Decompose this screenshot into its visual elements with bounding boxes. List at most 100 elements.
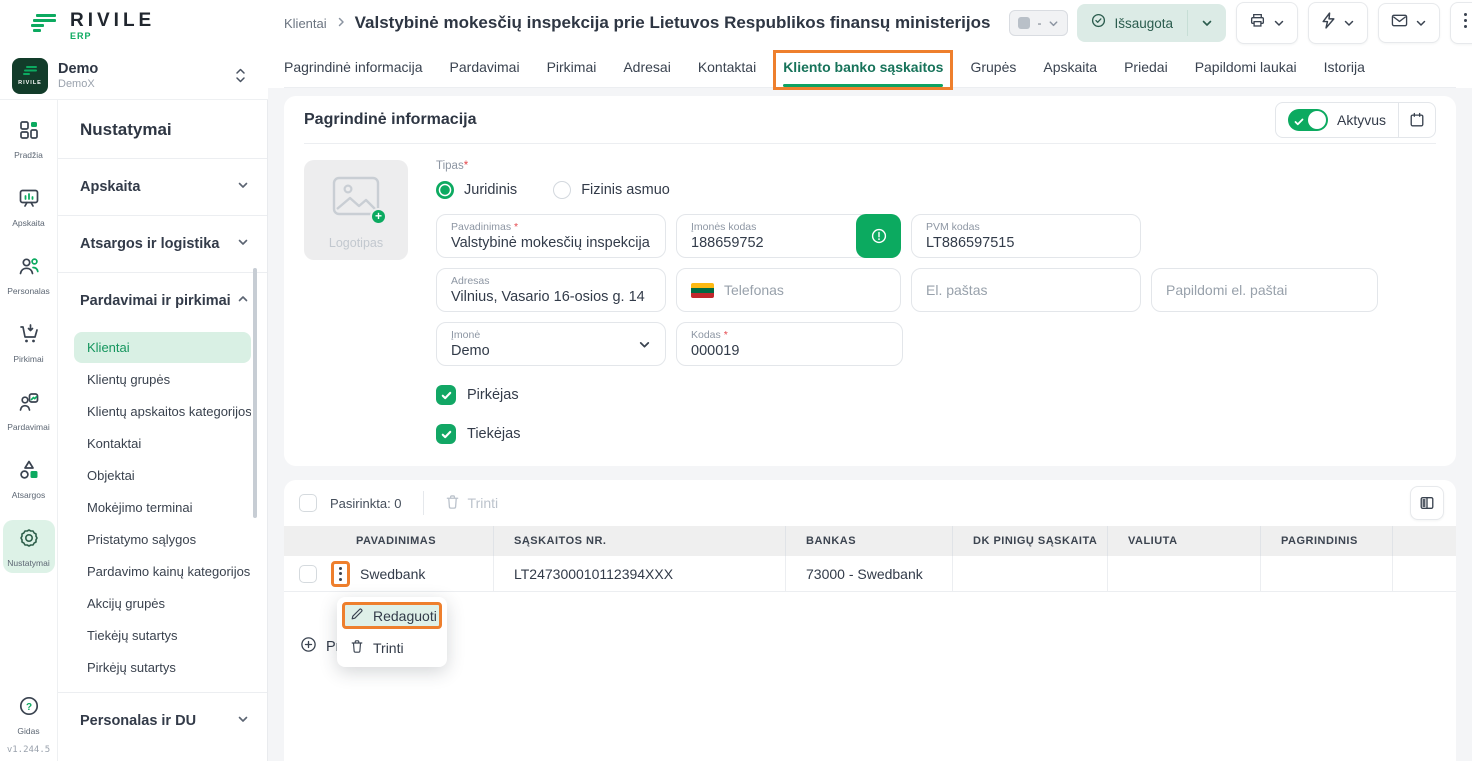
delete-selected-button[interactable]: Trinti: [445, 494, 499, 513]
saved-button[interactable]: Išsaugota: [1077, 4, 1226, 42]
rail-item-nustatymai[interactable]: Nustatymai: [3, 520, 55, 573]
tab-pardavimai[interactable]: Pardavimai: [450, 46, 520, 87]
rail-item-pirkimai[interactable]: Pirkimai: [3, 316, 55, 369]
workspace-switch-icon[interactable]: [235, 68, 254, 83]
rail-item-pardavimai[interactable]: Pardavimai: [3, 384, 55, 437]
more-button[interactable]: [1450, 2, 1472, 44]
tab-istorija[interactable]: Istorija: [1324, 46, 1365, 87]
column-header[interactable]: PAVADINIMAS: [284, 526, 494, 556]
sidebar-title: Nustatymai: [58, 100, 267, 158]
tab-apskaita[interactable]: Apskaita: [1043, 46, 1097, 87]
tab-papildomi-laukai[interactable]: Papildomi laukai: [1195, 46, 1297, 87]
sidebar-item-kontaktai[interactable]: Kontaktai: [74, 428, 251, 459]
papildomi-el-pastai-field[interactable]: Papildomi el. paštai: [1151, 268, 1378, 312]
lithuania-flag-icon[interactable]: [691, 283, 714, 298]
toggle-on-icon[interactable]: [1288, 109, 1328, 131]
content-area: Pagrindinė informacija Aktyvus: [268, 88, 1472, 761]
table-row[interactable]: Swedbank LT247300010112394XXX 73000 - Sw…: [284, 556, 1456, 592]
sidebar-item-klientu-apskaitos-kategorijos[interactable]: Klientų apskaitos kategorijos: [74, 396, 251, 427]
sidebar-item-pardavimo-kainu-kategorijos[interactable]: Pardavimo kainų kategorijos: [74, 556, 251, 587]
sidebar-section-personalas-du[interactable]: Personalas ir DU: [58, 693, 267, 749]
type-label: Tipas*: [436, 160, 1436, 172]
sidebar-item-mokejimo-terminai[interactable]: Mokėjimo terminai: [74, 492, 251, 523]
radio-juridinis[interactable]: Juridinis: [436, 181, 517, 199]
sidebar-item-pirkeju-sutartys[interactable]: Pirkėjų sutartys: [74, 652, 251, 683]
tab-pagrindine-informacija[interactable]: Pagrindinė informacija: [284, 46, 423, 87]
rail-item-atsargos[interactable]: Atsargos: [3, 452, 55, 505]
app-root: RIVILE ERP RIVILE Demo DemoX: [0, 0, 1472, 761]
email-button[interactable]: [1378, 3, 1440, 43]
sidebar-item-tiekeju-sutartys[interactable]: Tiekėjų sutartys: [74, 620, 251, 651]
status-select[interactable]: -: [1009, 10, 1068, 36]
sidebar-item-objektai[interactable]: Objektai: [74, 460, 251, 491]
rail-item-gidas[interactable]: ? Gidas: [3, 688, 55, 741]
imones-kodas-field[interactable]: Įmonės kodas 188659752: [676, 214, 901, 258]
sidebar-item-klientu-grupes[interactable]: Klientų grupės: [74, 364, 251, 395]
cell-dk-pinigu-saskaita: [953, 556, 1108, 591]
telefonas-field[interactable]: Telefonas: [676, 268, 901, 312]
column-header[interactable]: BANKAS: [786, 526, 953, 556]
column-settings-button[interactable]: [1410, 486, 1444, 520]
breadcrumb-parent[interactable]: Klientai: [284, 16, 327, 31]
rail-item-personalas[interactable]: Personalas: [3, 248, 55, 301]
print-button[interactable]: [1236, 2, 1298, 44]
el-pastas-field[interactable]: El. paštas: [911, 268, 1141, 312]
tab-adresai[interactable]: Adresai: [623, 46, 670, 87]
row-checkbox[interactable]: [299, 565, 317, 583]
sidebar-section-apskaita[interactable]: Apskaita: [58, 159, 267, 215]
tab-kontaktai[interactable]: Kontaktai: [698, 46, 756, 87]
column-header[interactable]: PAGRINDINIS: [1261, 526, 1393, 556]
column-header[interactable]: DK PINIGŲ SĄSKAITA: [953, 526, 1108, 556]
tab-kliento-banko-saskaitos[interactable]: Kliento banko sąskaitos: [783, 46, 943, 87]
tab-grupes[interactable]: Grupės: [970, 46, 1016, 87]
sidebar-item-pristatymo-salygos[interactable]: Pristatymo sąlygos: [74, 524, 251, 555]
automation-button[interactable]: [1308, 2, 1368, 44]
people-icon: [17, 254, 41, 283]
pencil-icon: [350, 607, 364, 624]
chevron-up-icon: [237, 292, 249, 310]
select-all-checkbox[interactable]: [299, 494, 317, 512]
column-header[interactable]: SĄSKAITOS NR.: [494, 526, 786, 556]
sidebar-item-akciju-grupes[interactable]: Akcijų grupės: [74, 588, 251, 619]
workspace-selector[interactable]: RIVILE Demo DemoX: [0, 52, 268, 100]
trash-icon: [350, 639, 364, 657]
sidebar-scrollbar[interactable]: [253, 268, 257, 518]
adresas-field[interactable]: Adresas Vilnius, Vasario 16-osios g. 14: [436, 268, 666, 312]
brand: RIVILE ERP: [0, 0, 268, 52]
tiekejas-checkbox[interactable]: Tiekėjas: [436, 424, 1436, 444]
context-menu-edit[interactable]: Redaguoti: [342, 602, 442, 629]
row-kebab-icon[interactable]: [331, 561, 350, 587]
pirkejas-checkbox[interactable]: Pirkėjas: [436, 385, 1436, 405]
calendar-button[interactable]: [1398, 103, 1435, 137]
add-logo-icon: +: [370, 208, 387, 225]
context-menu-delete[interactable]: Trinti: [342, 634, 442, 662]
pavadinimas-field[interactable]: Pavadinimas * Valstybinė mokesčių inspek…: [436, 214, 666, 258]
rail-item-pradzia[interactable]: Pradžia: [3, 112, 55, 165]
logotype-upload[interactable]: + Logotipas: [304, 160, 408, 260]
plus-circle-icon: [300, 636, 317, 657]
kodas-field[interactable]: Kodas * 000019: [676, 322, 903, 366]
kebab-icon: [1463, 12, 1468, 34]
left-column: RIVILE ERP RIVILE Demo DemoX: [0, 0, 268, 761]
page-title: Valstybinė mokesčių inspekcija prie Liet…: [355, 13, 991, 33]
saved-dropdown-icon[interactable]: [1188, 4, 1226, 42]
brand-sub: ERP: [70, 32, 155, 41]
tab-pirkimai[interactable]: Pirkimai: [547, 46, 597, 87]
pvm-kodas-field[interactable]: PVM kodas LT886597515: [911, 214, 1141, 258]
radio-fizinis-asmuo[interactable]: Fizinis asmuo: [553, 181, 670, 199]
sidebar-item-klientai[interactable]: Klientai: [74, 332, 251, 363]
column-header[interactable]: VALIUTA: [1108, 526, 1261, 556]
lightning-icon: [1321, 12, 1336, 34]
imone-select[interactable]: Įmonė Demo: [436, 322, 666, 366]
svg-text:?: ?: [25, 702, 31, 713]
sidebar-section-atsargos-logistika[interactable]: Atsargos ir logistika: [58, 216, 267, 272]
tab-priedai[interactable]: Priedai: [1124, 46, 1168, 87]
company-lookup-button[interactable]: [856, 214, 901, 258]
cell-bankas: 73000 - Swedbank: [786, 556, 953, 591]
brand-text: RIVILE ERP: [70, 11, 155, 41]
sidebar-section-pardavimai-pirkimai[interactable]: Pardavimai ir pirkimai: [58, 273, 267, 329]
rail-item-apskaita[interactable]: Apskaita: [3, 180, 55, 233]
cell-saskaitos-nr: LT247300010112394XXX: [494, 556, 786, 591]
checkbox-checked-icon: [436, 424, 456, 444]
active-toggle[interactable]: Aktyvus: [1276, 103, 1398, 137]
